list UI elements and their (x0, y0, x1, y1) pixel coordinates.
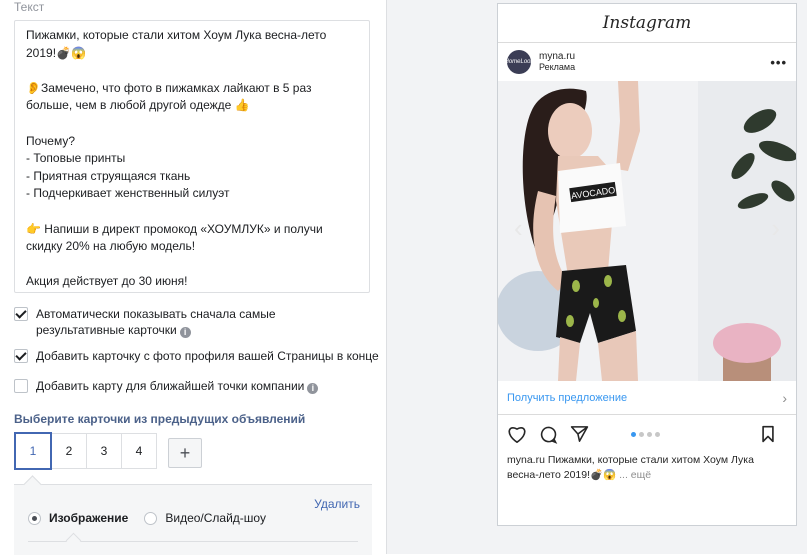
sponsored-label: Реклама (539, 62, 576, 72)
comment-icon[interactable] (539, 425, 558, 444)
carousel-dots (631, 432, 663, 437)
checkbox-row-map-card[interactable]: Добавить карту для ближайшей точки компа… (14, 378, 319, 394)
info-icon[interactable]: i (179, 327, 191, 338)
more-options-icon[interactable]: ••• (770, 55, 787, 70)
checkbox-label-profile-card: Добавить карточку с фото профиля вашей С… (36, 349, 379, 363)
post-actions (498, 415, 796, 453)
chevron-right-icon[interactable]: › (782, 390, 787, 406)
post-header: HomeLook myna.ru Реклама ••• (498, 43, 796, 81)
panel-pointer (23, 475, 42, 494)
carousel-dot (655, 432, 660, 437)
panel-tab-caret (65, 532, 82, 549)
card-tab-2[interactable]: 2 (51, 433, 87, 469)
card-settings-panel: Удалить Изображение Видео/Слайд-шоу (14, 475, 372, 555)
heart-icon[interactable] (507, 425, 527, 443)
ad-text-field[interactable]: Пижамки, которые стали хитом Хоум Лука в… (14, 20, 370, 293)
add-card-button[interactable]: + (168, 438, 202, 468)
account-info: myna.ru Реклама (539, 51, 575, 73)
radio-video[interactable] (144, 511, 158, 525)
caption-username[interactable]: myna.ru (507, 454, 545, 466)
instagram-logo: Instagram (498, 4, 796, 43)
avatar[interactable]: HomeLook (504, 50, 534, 74)
radio-label-image[interactable]: Изображение (49, 511, 128, 525)
checkbox-label-map-card: Добавить карту для ближайшей точки компа… (36, 378, 319, 394)
checkbox-auto-cards[interactable] (14, 307, 28, 321)
bookmark-icon[interactable] (761, 425, 775, 443)
photo-illustration: AVOCADO (498, 81, 796, 381)
avatar-logo-text: HomeLook (504, 59, 534, 65)
radio-label-video[interactable]: Видео/Слайд-шоу (165, 511, 266, 525)
ad-photo: AVOCADO ‹ › (498, 81, 796, 381)
text-section-label: Текст (14, 0, 45, 14)
share-icon[interactable] (570, 425, 589, 443)
card-tab-3[interactable]: 3 (86, 433, 122, 469)
delete-card-link[interactable]: Удалить (314, 497, 360, 511)
caption-more-link[interactable]: ... ещё (616, 469, 651, 481)
carousel-dot (647, 432, 652, 437)
checkbox-label-auto-cards: Автоматически показывать сначала самые р… (36, 307, 276, 338)
checkbox-row-auto-cards[interactable]: Автоматически показывать сначала самые р… (14, 306, 354, 338)
radio-image[interactable] (28, 511, 41, 525)
carousel-dot (639, 432, 644, 437)
account-name[interactable]: myna.ru (539, 51, 575, 62)
checkbox-profile-card[interactable] (14, 349, 28, 363)
media-type-selector: Изображение Видео/Слайд-шоу (28, 511, 282, 525)
card-tab-4[interactable]: 4 (121, 433, 157, 469)
checkbox-map-card[interactable] (14, 379, 28, 393)
info-icon[interactable]: i (307, 383, 319, 394)
post-caption: myna.ru Пижамки, которые стали хитом Хоу… (498, 453, 796, 483)
checkbox-row-profile-card[interactable]: Добавить карточку с фото профиля вашей С… (14, 348, 379, 364)
cta-bar[interactable]: Получить предложение › (498, 381, 796, 415)
cta-label[interactable]: Получить предложение (507, 392, 627, 404)
carousel-next-arrow[interactable]: › (771, 213, 780, 244)
ad-editor-panel: Текст Пижамки, которые стали хитом Хоум … (0, 0, 386, 555)
previous-cards-title: Выберите карточки из предыдущих объявлен… (14, 412, 306, 426)
carousel-dot (631, 432, 636, 437)
card-tabs: 1 2 3 4 + (14, 432, 202, 470)
instagram-preview: Instagram HomeLook myna.ru Реклама ••• A… (497, 3, 797, 526)
carousel-prev-arrow[interactable]: ‹ (514, 213, 523, 244)
card-tab-1[interactable]: 1 (14, 432, 52, 470)
